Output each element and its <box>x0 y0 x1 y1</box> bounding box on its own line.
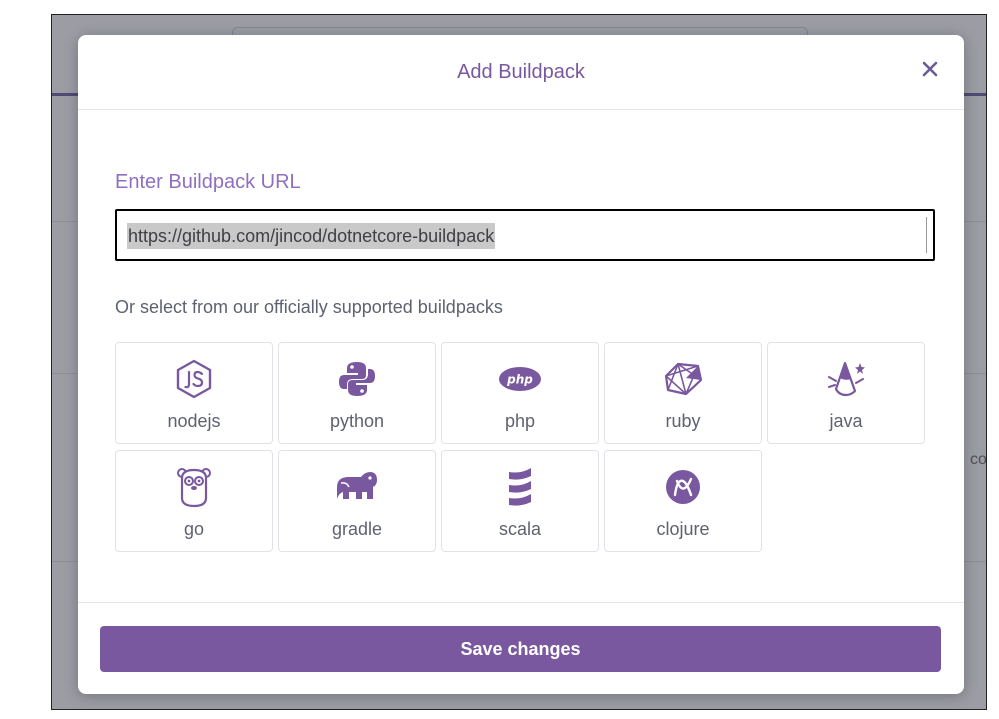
go-gopher-icon <box>177 468 211 508</box>
buildpack-label: gradle <box>331 519 383 539</box>
modal-title: Add Buildpack <box>457 61 585 83</box>
svg-text:php: php <box>506 373 533 387</box>
gradle-elephant-icon <box>337 472 377 499</box>
java-icon <box>828 361 865 397</box>
buildpack-tile-java[interactable]: java <box>767 342 925 444</box>
nodejs-icon <box>176 359 212 399</box>
buildpack-grid: nodejs python php php ruby java go gradl… <box>115 342 927 552</box>
ruby-icon <box>664 362 703 396</box>
close-button[interactable] <box>914 53 946 85</box>
modal-footer-divider <box>78 602 964 603</box>
buildpack-tile-clojure[interactable]: clojure <box>604 450 762 552</box>
python-icon <box>339 362 375 396</box>
buildpack-label: scala <box>498 519 542 539</box>
buildpack-label: java <box>829 411 863 431</box>
buildpack-tile-php[interactable]: php php <box>441 342 599 444</box>
buildpack-label: php <box>504 411 536 431</box>
buildpack-label: ruby <box>665 411 701 431</box>
buildpack-tile-python[interactable]: python <box>278 342 436 444</box>
buildpack-url-label: Enter Buildpack URL <box>115 171 301 193</box>
buildpack-tile-scala[interactable]: scala <box>441 450 599 552</box>
close-icon <box>922 61 938 77</box>
buildpack-tile-nodejs[interactable]: nodejs <box>115 342 273 444</box>
buildpack-label: python <box>329 411 385 431</box>
text-caret <box>926 217 927 253</box>
buildpack-label: nodejs <box>167 411 221 431</box>
clojure-icon <box>666 470 700 504</box>
modal-header: Add Buildpack <box>78 35 964 110</box>
save-changes-button[interactable]: Save changes <box>100 626 941 672</box>
add-buildpack-modal: Add Buildpack Enter Buildpack URL https:… <box>78 35 964 694</box>
buildpack-tile-gradle[interactable]: gradle <box>278 450 436 552</box>
scala-icon <box>509 468 531 506</box>
official-buildpacks-label: Or select from our officially supported … <box>115 297 503 317</box>
buildpack-tile-ruby[interactable]: ruby <box>604 342 762 444</box>
buildpack-label: clojure <box>656 519 710 539</box>
buildpack-url-input[interactable] <box>115 209 935 261</box>
php-icon: php <box>499 367 541 391</box>
buildpack-tile-go[interactable]: go <box>115 450 273 552</box>
buildpack-label: go <box>183 519 205 539</box>
